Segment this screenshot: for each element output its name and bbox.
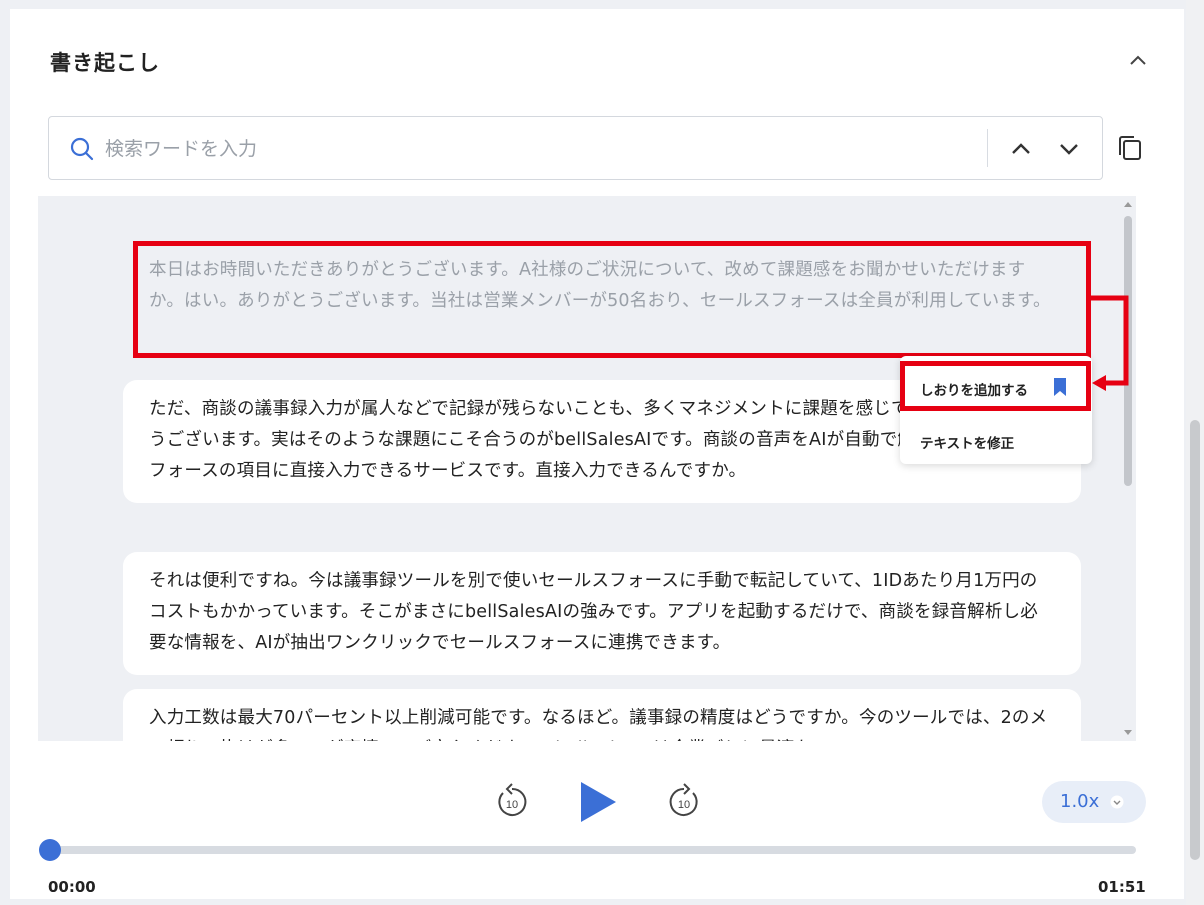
segment-text: それは便利ですね。今は議事録ツールを別で使いセールスフォースに手動で転記していて… xyxy=(149,571,1038,653)
playback-progress-bar[interactable] xyxy=(39,839,1136,861)
edit-text-menu-item[interactable]: テキストを修正 xyxy=(900,414,1092,464)
bookmark-icon xyxy=(1054,378,1066,396)
search-divider xyxy=(987,129,988,167)
transcript-scrollbar[interactable] xyxy=(1120,196,1136,741)
playback-speed-value: 1.0x xyxy=(1060,791,1100,812)
search-icon xyxy=(70,137,94,161)
forward-10-icon: 10 xyxy=(669,783,698,816)
play-icon xyxy=(581,782,616,822)
chevron-up-icon xyxy=(1012,143,1030,154)
scroll-thumb[interactable] xyxy=(1124,216,1132,486)
transcript-list[interactable]: 本日はお時間いただきありがとうございます。A社様のご状況について、改めて課題感を… xyxy=(38,196,1136,741)
collapse-button[interactable] xyxy=(1126,49,1150,73)
add-bookmark-label: しおりを追加する xyxy=(920,383,1028,399)
page-scrollbar[interactable] xyxy=(1186,0,1204,905)
copy-icon xyxy=(1119,136,1141,160)
progress-knob[interactable] xyxy=(39,839,61,861)
rewind-10-icon: 10 xyxy=(498,783,527,816)
add-bookmark-menu-item[interactable]: しおりを追加する xyxy=(900,361,1092,411)
transcript-segment[interactable]: 入力工数は最大70パーセント以上削減可能です。なるほど。議事録の精度はどうですか… xyxy=(123,689,1081,741)
svg-text:10: 10 xyxy=(678,799,690,811)
segment-text: 入力工数は最大70パーセント以上削減可能です。なるほど。議事録の精度はどうですか… xyxy=(149,708,1048,741)
segment-text: 本日はお時間いただきありがとうございます。A社様のご状況について、改めて課題感を… xyxy=(149,260,1051,311)
forward-10-button[interactable]: 10 xyxy=(666,783,702,821)
scroll-down-arrow[interactable] xyxy=(1124,730,1132,735)
next-match-button[interactable] xyxy=(1055,135,1083,163)
scroll-up-arrow[interactable] xyxy=(1124,202,1132,207)
transcript-segment[interactable]: それは便利ですね。今は議事録ツールを別で使いセールスフォースに手動で転記していて… xyxy=(123,552,1081,675)
playback-speed-select[interactable]: 1.0x xyxy=(1042,781,1146,823)
chevron-down-icon xyxy=(1060,144,1078,155)
chevron-up-icon xyxy=(1130,55,1146,65)
transcript-segment[interactable]: 本日はお時間いただきありがとうございます。A社様のご状況について、改めて課題感を… xyxy=(123,241,1081,333)
segment-context-menu: しおりを追加する テキストを修正 xyxy=(900,356,1092,464)
panel-title: 書き起こし xyxy=(50,51,160,75)
play-button[interactable] xyxy=(578,780,618,824)
current-time: 00:00 xyxy=(48,878,96,896)
search-box xyxy=(48,116,1103,180)
search-input[interactable] xyxy=(105,129,965,169)
svg-text:10: 10 xyxy=(506,799,518,811)
copy-button[interactable] xyxy=(1116,133,1144,163)
rewind-10-button[interactable]: 10 xyxy=(494,783,530,821)
edit-text-label: テキストを修正 xyxy=(920,436,1015,452)
total-duration: 01:51 xyxy=(1098,878,1146,896)
page-scroll-thumb[interactable] xyxy=(1190,420,1200,860)
previous-match-button[interactable] xyxy=(1007,135,1035,163)
chevron-down-icon xyxy=(1110,795,1124,809)
